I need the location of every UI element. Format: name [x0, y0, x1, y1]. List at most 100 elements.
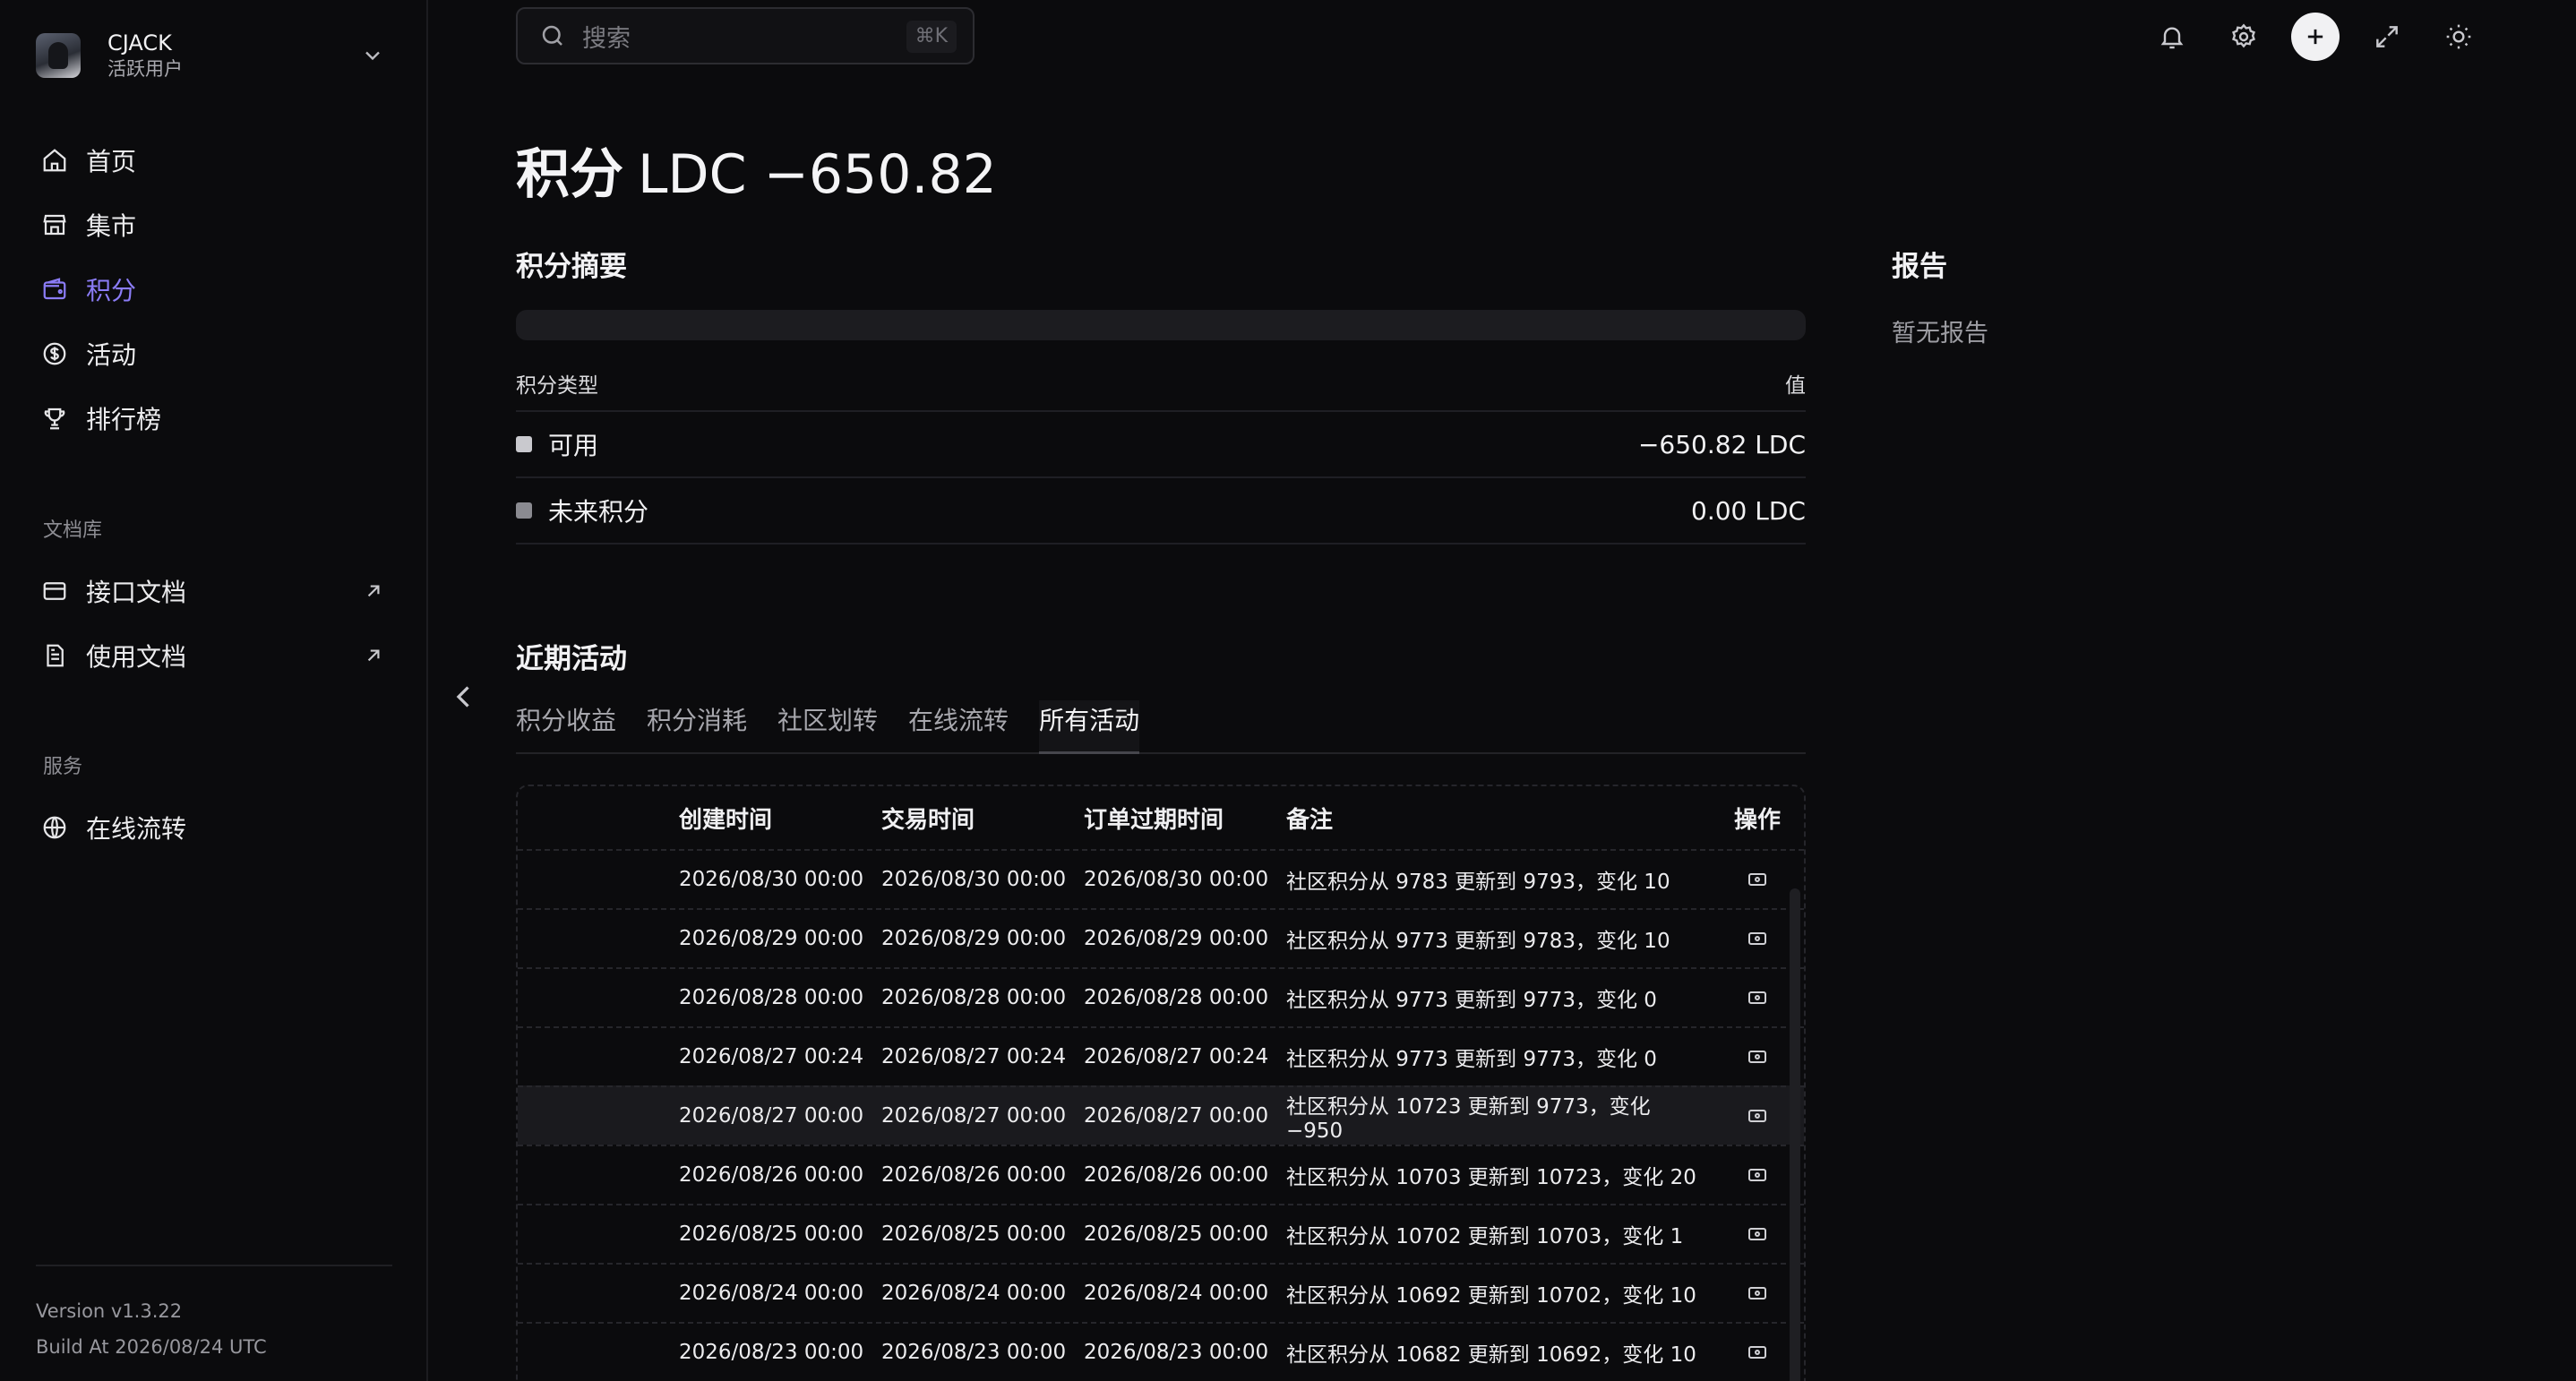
nav-label: 活动 [86, 340, 137, 370]
nav-label: 集市 [86, 211, 137, 241]
store-icon [39, 210, 70, 240]
cell-created: 2026/08/25 00:00 [679, 1222, 864, 1246]
view-details-icon[interactable] [1747, 1046, 1768, 1068]
summary-table: 积分类型 值 可用 −650.82 LDC 未来积分 0.00 LDC [516, 356, 1806, 545]
nav-item-api-docs[interactable]: 接口文档 [39, 559, 398, 623]
nav-item-points[interactable]: 积分 [39, 257, 398, 322]
table-row[interactable]: 2026/08/26 00:00 2026/08/26 00:00 2026/08/… [518, 1145, 1804, 1204]
table-row[interactable]: 2026/08/28 00:00 2026/08/28 00:00 2026/08/… [518, 967, 1804, 1026]
docs-section-label: 文档库 [43, 519, 103, 542]
table-scrollbar[interactable] [1790, 888, 1800, 1381]
nav-item-home[interactable]: 首页 [39, 128, 398, 193]
sidebar-footer: Version v1.3.22 Build At 2026/08/24 UTC [36, 1265, 392, 1365]
cell-note: 社区积分从 10702 更新到 10703，变化 1 [1286, 1225, 1684, 1248]
cell-trade: 2026/08/23 00:00 [881, 1341, 1067, 1364]
user-switcher[interactable]: CJACK 活跃用户 [36, 27, 392, 84]
table-row[interactable]: 2026/08/24 00:00 2026/08/24 00:00 2026/08/… [518, 1263, 1804, 1322]
cell-created: 2026/08/24 00:00 [679, 1282, 864, 1305]
chevron-left-icon[interactable] [448, 681, 480, 713]
tab-activity-4[interactable]: 所有活动 [1039, 700, 1140, 754]
table-row[interactable]: 2026/08/29 00:00 2026/08/29 00:00 2026/08/… [518, 908, 1804, 967]
cell-expire: 2026/08/23 00:00 [1084, 1341, 1269, 1364]
nav-item-market[interactable]: 集市 [39, 193, 398, 257]
view-details-icon[interactable] [1747, 1223, 1768, 1245]
view-details-icon[interactable] [1747, 1105, 1768, 1127]
col-expire: 订单过期时间 [1084, 806, 1224, 834]
sun-icon[interactable] [2434, 13, 2483, 61]
cell-expire: 2026/08/30 00:00 [1084, 868, 1269, 891]
external-link-icon [367, 649, 380, 662]
reports-title: 报告 [1892, 251, 1947, 283]
cell-note: 社区积分从 10692 更新到 10702，变化 10 [1286, 1284, 1696, 1308]
cell-created: 2026/08/30 00:00 [679, 868, 864, 891]
summary-row-label: 未来积分 [516, 493, 648, 528]
nav-item-activity[interactable]: 活动 [39, 322, 398, 386]
view-details-icon[interactable] [1747, 869, 1768, 890]
cell-trade: 2026/08/24 00:00 [881, 1282, 1067, 1305]
col-created: 创建时间 [679, 806, 773, 834]
col-trade: 交易时间 [881, 806, 975, 834]
build-text: Build At 2026/08/24 UTC [36, 1336, 267, 1358]
tab-activity-0[interactable]: 积分收益 [516, 700, 616, 754]
cell-expire: 2026/08/26 00:00 [1084, 1163, 1269, 1187]
cell-note: 社区积分从 10703 更新到 10723，变化 20 [1286, 1166, 1696, 1189]
view-details-icon[interactable] [1747, 987, 1768, 1008]
app-root: CJACK 活跃用户 首页 集市 积分 活动 排行榜 文档库 接口文档 使用文档… [0, 0, 2576, 1381]
cell-trade: 2026/08/26 00:00 [881, 1163, 1067, 1187]
activity-tabs: 积分收益 积分消耗 社区划转 在线流转 所有活动 [516, 700, 1806, 754]
view-details-icon[interactable] [1747, 1342, 1768, 1363]
chevron-down-icon[interactable] [360, 43, 385, 68]
page-title: 积分 LDC −650.82 [516, 131, 997, 209]
docs-nav: 接口文档 使用文档 [39, 559, 398, 688]
fullscreen-icon[interactable] [2363, 13, 2411, 61]
tab-activity-3[interactable]: 在线流转 [908, 700, 1009, 754]
search-input[interactable]: 搜索 ⌘K [516, 7, 975, 64]
nav-item-user-docs[interactable]: 使用文档 [39, 623, 398, 688]
summary-title: 积分摘要 [516, 251, 627, 283]
nav-label: 排行榜 [86, 405, 162, 434]
cell-created: 2026/08/29 00:00 [679, 927, 864, 950]
cell-note: 社区积分从 9783 更新到 9793，变化 10 [1286, 871, 1670, 894]
summary-row-value: −650.82 LDC [1637, 429, 1806, 459]
dollar-circle-icon [39, 339, 70, 369]
col-note: 备注 [1286, 806, 1334, 834]
nav-item-leaderboard[interactable]: 排行榜 [39, 386, 398, 450]
cell-note: 社区积分从 9773 更新到 9773，变化 0 [1286, 989, 1657, 1012]
tab-activity-1[interactable]: 积分消耗 [647, 700, 747, 754]
tab-activity-2[interactable]: 社区划转 [777, 700, 878, 754]
services-section-label: 服务 [43, 756, 83, 778]
card-icon [39, 576, 70, 606]
cell-created: 2026/08/27 00:00 [679, 1104, 864, 1128]
external-link-icon [367, 585, 380, 597]
trophy-icon [39, 403, 70, 433]
table-row[interactable]: 2026/08/25 00:00 2026/08/25 00:00 2026/08/… [518, 1204, 1804, 1263]
activity-title: 近期活动 [516, 643, 627, 675]
add-button[interactable] [2291, 13, 2340, 61]
summary-row-name: 可用 [548, 431, 599, 460]
summary-row-name: 未来积分 [548, 497, 649, 527]
cell-expire: 2026/08/27 00:24 [1084, 1045, 1269, 1068]
bell-icon[interactable] [2148, 13, 2196, 61]
cell-expire: 2026/08/25 00:00 [1084, 1222, 1269, 1246]
cell-note: 社区积分从 9773 更新到 9783，变化 10 [1286, 930, 1670, 953]
view-details-icon[interactable] [1747, 928, 1768, 949]
table-row[interactable]: 2026/08/27 00:00 2026/08/27 00:00 2026/08/… [518, 1085, 1804, 1145]
summary-row: 未来积分 0.00 LDC [516, 478, 1806, 545]
table-row[interactable]: 2026/08/30 00:00 2026/08/30 00:00 2026/08/… [518, 849, 1804, 908]
cell-trade: 2026/08/28 00:00 [881, 986, 1067, 1009]
table-row[interactable]: 2026/08/23 00:00 2026/08/23 00:00 2026/08/… [518, 1322, 1804, 1381]
cell-trade: 2026/08/29 00:00 [881, 927, 1067, 950]
view-details-icon[interactable] [1747, 1164, 1768, 1186]
cell-created: 2026/08/23 00:00 [679, 1341, 864, 1364]
cell-trade: 2026/08/25 00:00 [881, 1222, 1067, 1246]
search-placeholder: 搜索 [582, 24, 631, 53]
cell-trade: 2026/08/30 00:00 [881, 868, 1067, 891]
gear-icon[interactable] [2220, 13, 2268, 61]
view-details-icon[interactable] [1747, 1282, 1768, 1304]
cell-note: 社区积分从 9773 更新到 9773，变化 0 [1286, 1048, 1657, 1071]
search-shortcut: ⌘K [906, 21, 957, 53]
nav-label: 首页 [86, 147, 137, 176]
nav-item-online-transfer[interactable]: 在线流转 [39, 795, 398, 860]
table-row[interactable]: 2026/08/27 00:24 2026/08/27 00:24 2026/08/… [518, 1026, 1804, 1085]
legend-swatch [516, 436, 532, 452]
